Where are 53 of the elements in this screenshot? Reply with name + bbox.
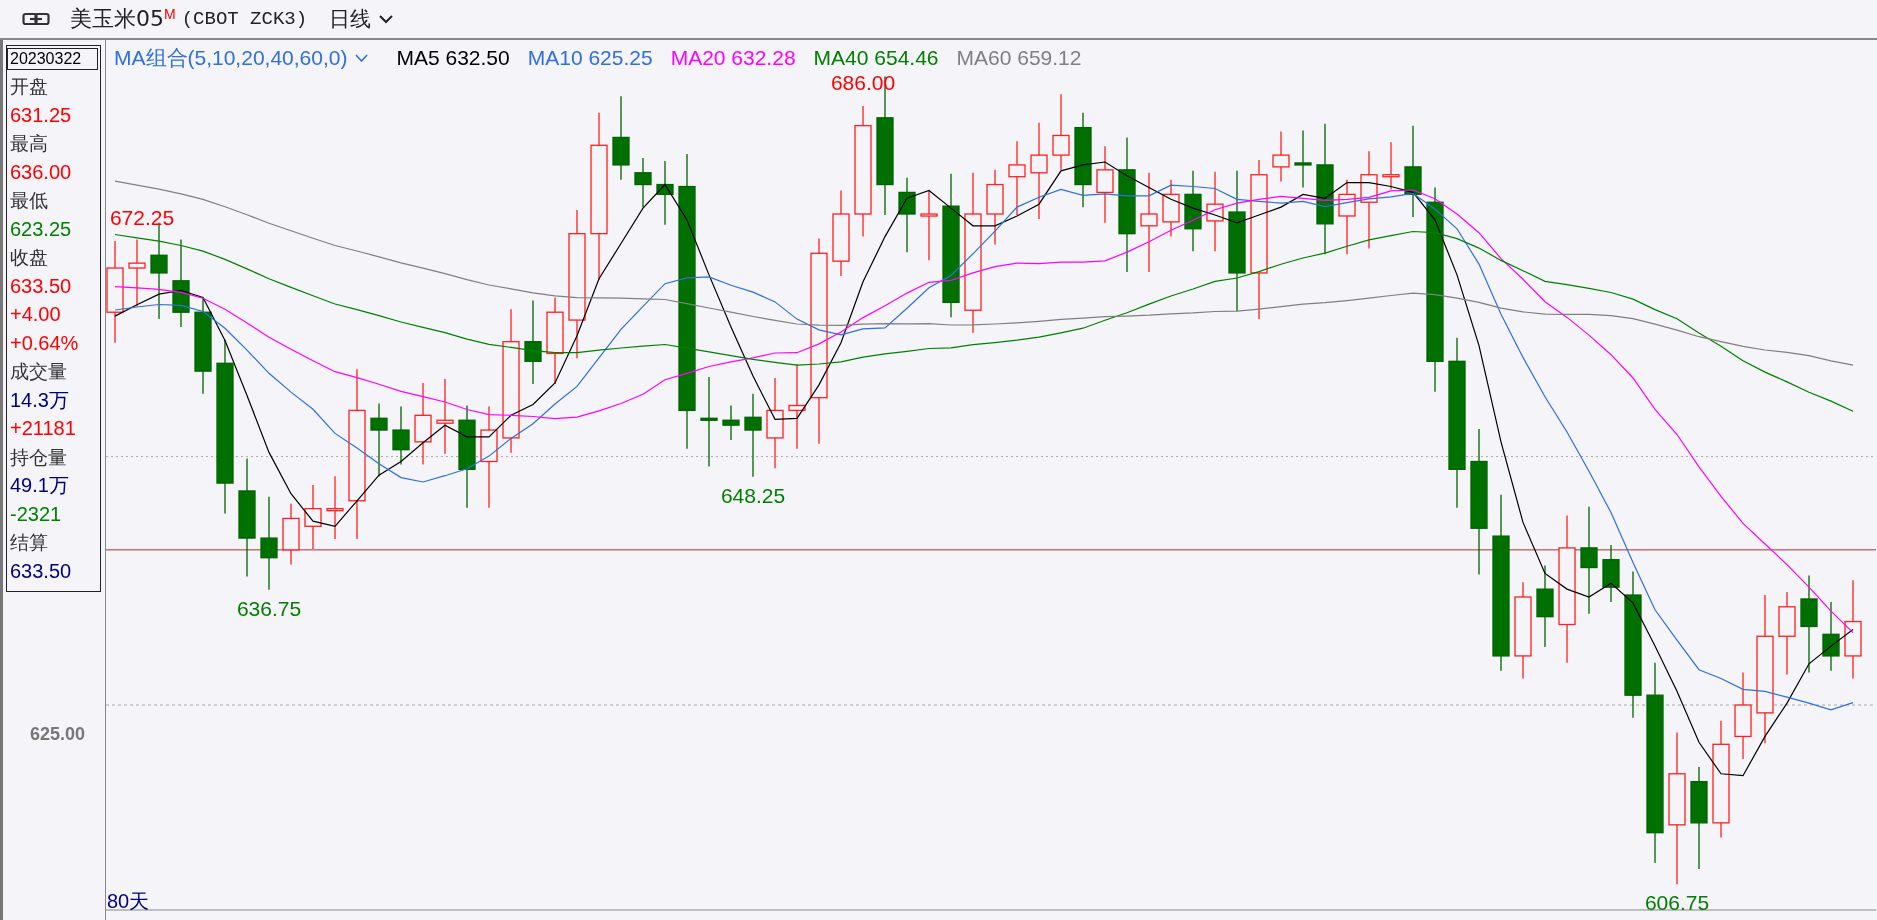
field-label: 成交量: [10, 359, 68, 384]
candlestick: [656, 160, 674, 226]
candlestick: [282, 503, 300, 566]
ma-legend-item: MA60 659.12: [956, 46, 1082, 70]
candlestick: [920, 189, 938, 261]
instrument-name: 美玉米05: [70, 5, 164, 33]
candlestick: [392, 405, 410, 466]
ma-legend-item: MA5 632.50: [396, 46, 510, 70]
field-label: 开盘: [10, 74, 49, 99]
field-value: 633.50: [10, 558, 73, 584]
field-value: 49.1万: [10, 473, 70, 498]
candlestick: [128, 238, 146, 307]
field-label: 最高: [10, 131, 49, 156]
date-label: 20230322: [7, 48, 98, 70]
field-value: 633.50: [10, 273, 73, 299]
period-count: 80天: [107, 889, 150, 914]
candlestick: [1822, 601, 1840, 672]
caret-icon: [379, 14, 394, 24]
ma-group-selector[interactable]: MA组合(5,10,20,40,60,0): [114, 44, 369, 72]
field-value: -2321: [10, 501, 63, 527]
ma-legend-item: MA10 625.25: [527, 46, 653, 70]
candlestick: [304, 484, 322, 550]
candlestick: [1382, 141, 1400, 191]
candlestick: [1602, 544, 1620, 603]
price-label: 636.75: [236, 596, 302, 620]
ma-legend-item: MA40 654.46: [813, 46, 939, 70]
field-value: 14.3万: [10, 387, 70, 413]
field-label: 收盘: [10, 245, 49, 270]
candlestick: [326, 475, 344, 540]
period-dropdown[interactable]: 日线: [329, 5, 394, 33]
field-value: 623.25: [10, 216, 73, 242]
field-value: 636.00: [10, 159, 73, 185]
instrument-code: (CBOT ZCK3): [181, 8, 308, 30]
field-label: 最低: [10, 188, 49, 213]
price-label: 606.75: [1644, 891, 1710, 915]
caret-icon: [355, 54, 369, 62]
candlestick: [1294, 129, 1312, 189]
field-value: +0.64%: [10, 330, 80, 356]
field-label: 结算: [10, 530, 49, 555]
link-icon[interactable]: [22, 12, 50, 26]
price-axis-label: 625.00: [30, 724, 86, 745]
price-label: 672.25: [109, 206, 175, 229]
candlestick: [1272, 130, 1290, 183]
field-value: +4.00: [10, 302, 62, 327]
ma-legend-item: MA20 632.28: [670, 46, 796, 70]
candlestick: [1162, 179, 1180, 238]
field-label: 持仓量: [10, 444, 68, 470]
candlestick: [634, 157, 652, 208]
price-label: 648.25: [720, 483, 786, 507]
contract-month-label: M: [164, 6, 176, 22]
field-value: +21181: [10, 416, 77, 441]
candlestick: [722, 404, 740, 441]
field-value: 631.25: [10, 102, 73, 128]
